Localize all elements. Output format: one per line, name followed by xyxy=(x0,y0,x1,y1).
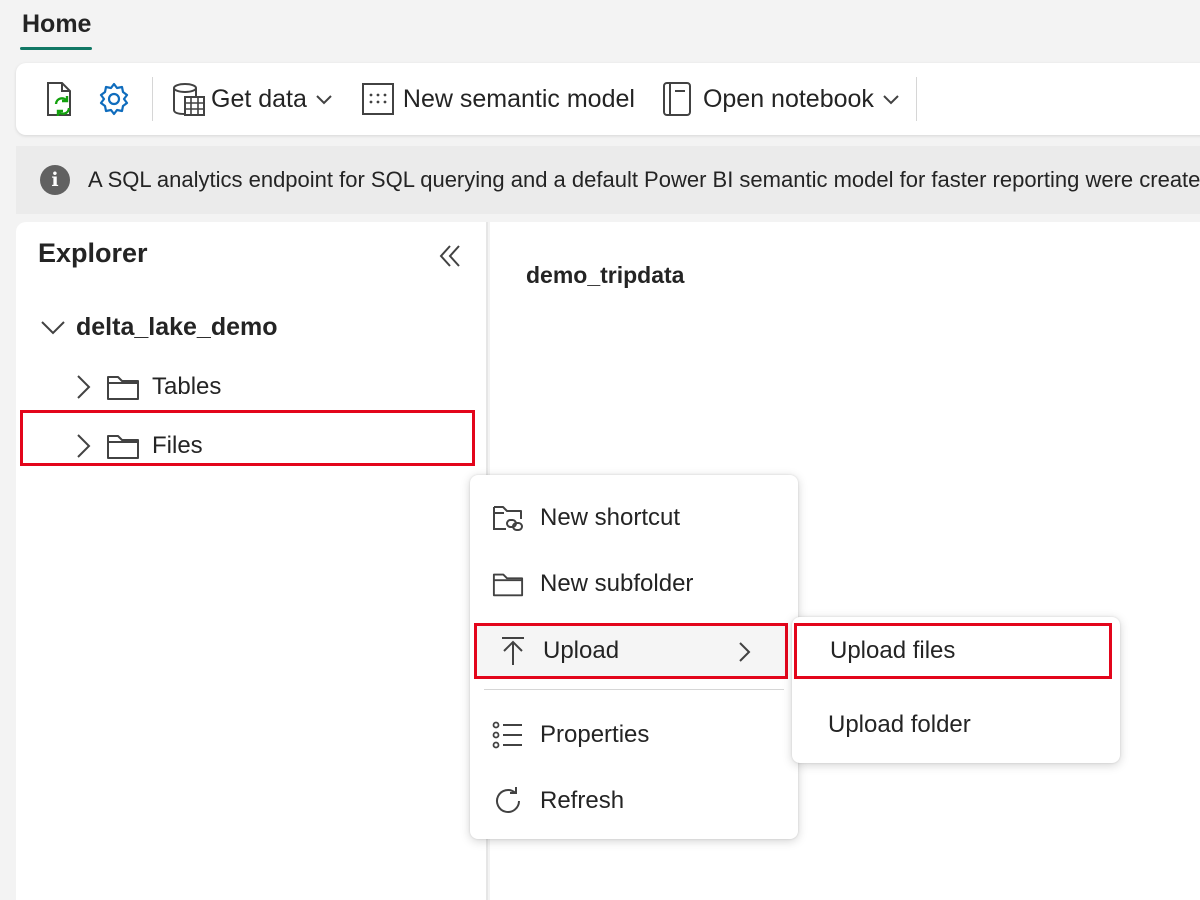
submenu-item-label: Upload folder xyxy=(828,711,971,738)
menu-divider xyxy=(484,689,784,690)
info-banner: i A SQL analytics endpoint for SQL query… xyxy=(16,146,1200,214)
chevron-down-icon xyxy=(883,95,899,105)
list-icon xyxy=(492,721,522,749)
open-notebook-button[interactable]: Open notebook xyxy=(655,77,908,121)
chevron-right-icon xyxy=(739,642,751,662)
explorer-title: Explorer xyxy=(38,238,148,268)
menu-item-label: Properties xyxy=(540,721,650,748)
new-semantic-model-label: New semantic model xyxy=(402,84,635,113)
menu-item-new-shortcut[interactable]: New shortcut xyxy=(470,490,798,546)
submenu-item-label: Upload files xyxy=(830,637,956,664)
tab-home[interactable]: Home xyxy=(22,10,91,39)
semantic-model-icon xyxy=(361,83,394,115)
main-title: demo_tripdata xyxy=(526,262,685,288)
collapse-pane-icon[interactable] xyxy=(434,240,466,272)
tab-home-underline xyxy=(20,47,92,50)
get-data-label: Get data xyxy=(211,84,307,113)
context-menu: New shortcut New subfolder Upload Proper… xyxy=(470,475,798,839)
menu-item-label: New shortcut xyxy=(540,504,681,531)
tree-item-label: Tables xyxy=(152,373,222,400)
refresh-document-icon[interactable] xyxy=(40,79,80,119)
menu-item-upload[interactable]: Upload xyxy=(474,623,788,679)
menu-item-new-subfolder[interactable]: New subfolder xyxy=(470,556,798,612)
menu-item-label: Upload xyxy=(543,637,620,664)
menu-item-properties[interactable]: Properties xyxy=(470,707,798,763)
upload-arrow-icon xyxy=(502,637,524,665)
menu-item-label: Refresh xyxy=(540,787,625,814)
banner-text: A SQL analytics endpoint for SQL queryin… xyxy=(88,167,1200,192)
tree-item-tables[interactable]: Tables xyxy=(68,372,221,402)
open-notebook-label: Open notebook xyxy=(702,84,874,113)
get-data-button[interactable]: Get data xyxy=(165,77,341,121)
settings-gear-icon[interactable] xyxy=(94,79,134,119)
database-table-icon xyxy=(173,83,205,116)
chevron-down-icon xyxy=(41,321,65,335)
explorer-pane: Explorer delta_lake_demo Tables Files xyxy=(16,222,488,900)
refresh-icon xyxy=(496,787,520,813)
chevron-down-icon xyxy=(316,95,332,105)
submenu-item-upload-folder[interactable]: Upload folder xyxy=(792,697,1120,753)
upload-submenu: Upload files Upload folder xyxy=(792,617,1120,763)
notebook-icon xyxy=(662,82,691,116)
menu-item-label: New subfolder xyxy=(540,570,694,597)
new-semantic-model-button[interactable]: New semantic model xyxy=(355,77,641,121)
folder-icon xyxy=(107,376,139,400)
tree-item-label: delta_lake_demo xyxy=(76,312,278,341)
toolbar: Get data New semantic model Open noteboo… xyxy=(16,63,1200,135)
files-highlight-box xyxy=(20,410,475,466)
menu-item-refresh[interactable]: Refresh xyxy=(470,773,798,829)
tree-item-delta-lake-demo[interactable]: delta_lake_demo xyxy=(38,312,278,342)
chevron-right-icon xyxy=(77,375,91,399)
folder-icon xyxy=(492,573,524,597)
info-icon: i xyxy=(40,165,70,195)
folder-link-icon xyxy=(493,506,523,531)
toolbar-separator xyxy=(915,77,917,121)
submenu-item-upload-files[interactable]: Upload files xyxy=(794,623,1112,679)
toolbar-separator xyxy=(152,77,153,121)
